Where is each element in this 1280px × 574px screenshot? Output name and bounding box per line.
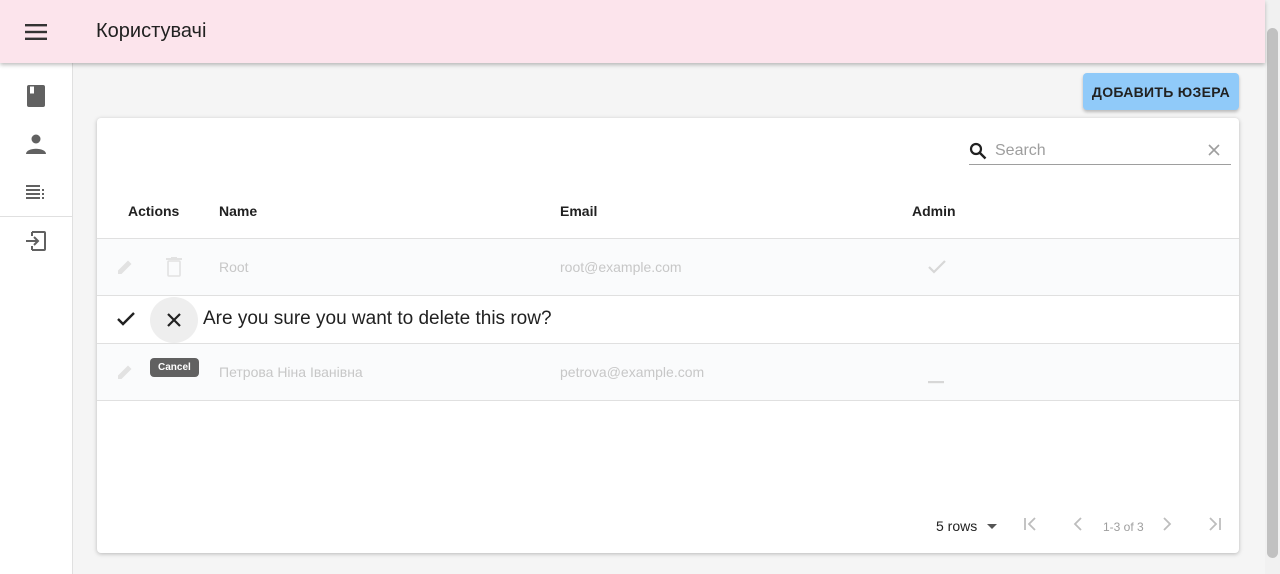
close-icon (167, 313, 181, 327)
header-name[interactable]: Name (219, 203, 257, 219)
search-icon (969, 142, 987, 160)
sidebar (0, 63, 73, 574)
chevron-down-icon (987, 523, 998, 529)
menu-button[interactable] (0, 0, 72, 63)
close-icon (1208, 144, 1220, 156)
search-input[interactable] (995, 142, 1195, 160)
page-scrollbar[interactable] (1265, 0, 1280, 574)
pencil-icon (118, 260, 132, 274)
menu-icon (25, 23, 47, 40)
page-range-label: 1-3 of 3 (1103, 520, 1144, 534)
list-icon (26, 185, 44, 199)
users-table-card: Actions Name Email Admin Root root@examp… (97, 118, 1239, 553)
delete-button[interactable] (166, 257, 182, 282)
confirm-delete-button[interactable] (116, 311, 136, 332)
logout-icon (26, 231, 46, 251)
admin-yes-icon (927, 259, 947, 280)
edit-button[interactable] (116, 258, 134, 281)
header-actions: Actions (128, 203, 180, 219)
sidebar-item-books[interactable] (0, 72, 72, 120)
first-page-icon (1024, 517, 1036, 531)
add-user-button[interactable]: ДОБАВИТЬ ЮЗЕРА (1083, 73, 1239, 110)
trash-icon (166, 257, 182, 277)
chevron-left-icon (1073, 517, 1082, 531)
user-name: Петрова Ніна Іванівна (219, 364, 363, 380)
search-box (969, 138, 1231, 165)
previous-page-button[interactable] (1070, 516, 1086, 535)
table-pagination: 5 rows 1-3 of 3 (97, 508, 1239, 544)
sidebar-item-logout[interactable] (0, 217, 72, 265)
table-row: Петрова Ніна Іванівна petrova@example.co… (97, 344, 1239, 401)
cancel-delete-button[interactable] (150, 297, 198, 343)
pencil-icon (118, 365, 132, 379)
last-page-button[interactable] (1207, 516, 1223, 535)
sidebar-item-users[interactable] (0, 120, 72, 168)
page-title: Користувачі (96, 20, 207, 42)
cancel-tooltip: Cancel (150, 358, 199, 377)
rows-per-page-value: 5 rows (936, 518, 978, 534)
user-name: Root (219, 259, 249, 275)
book-icon (27, 85, 45, 107)
edit-button[interactable] (116, 363, 134, 386)
table-header: Actions Name Email Admin (97, 190, 1239, 239)
user-email: root@example.com (560, 259, 682, 275)
header-admin[interactable]: Admin (912, 203, 956, 219)
app-bar: Користувачі (0, 0, 1265, 63)
rows-per-page-select[interactable]: 5 rows (936, 518, 998, 534)
check-icon (117, 312, 135, 326)
last-page-icon (1209, 517, 1221, 531)
user-email: petrova@example.com (560, 364, 705, 380)
clear-search-button[interactable] (1207, 143, 1221, 162)
header-email[interactable]: Email (560, 203, 597, 219)
chevron-right-icon (1163, 517, 1172, 531)
delete-confirm-message: Are you sure you want to delete this row… (203, 308, 552, 329)
next-page-button[interactable] (1159, 516, 1175, 535)
table-row: Root root@example.com (97, 239, 1239, 296)
scrollbar-thumb[interactable] (1267, 28, 1278, 558)
admin-no-icon (928, 371, 944, 389)
sidebar-item-list[interactable] (0, 168, 72, 216)
delete-confirm-row: Are you sure you want to delete this row… (97, 296, 1239, 344)
first-page-button[interactable] (1022, 516, 1038, 535)
person-icon (26, 134, 46, 154)
